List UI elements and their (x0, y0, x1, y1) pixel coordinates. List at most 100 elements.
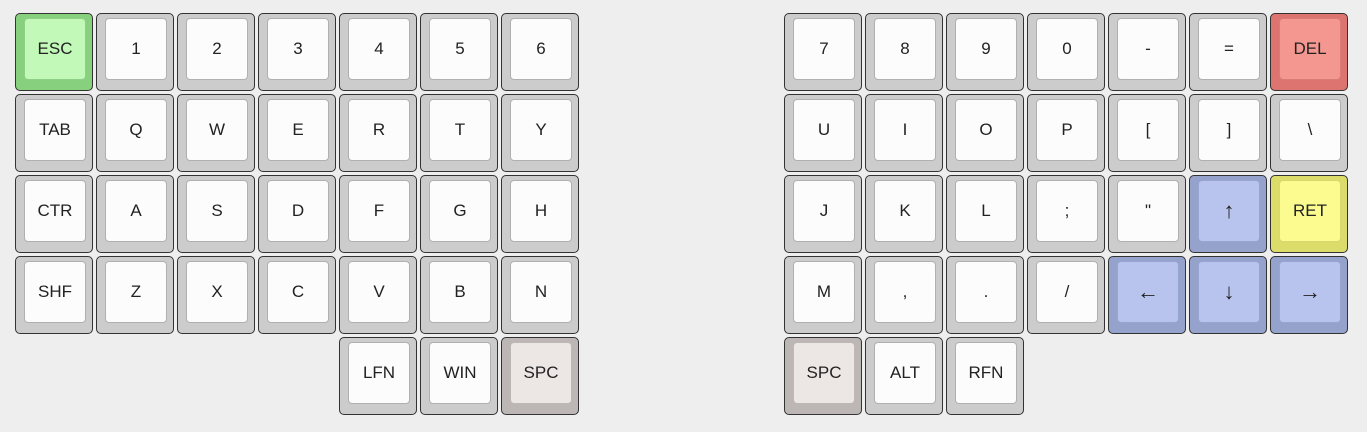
key-label: . (955, 261, 1017, 323)
key-label: ] (1198, 99, 1260, 161)
key-t[interactable]: T (420, 94, 498, 172)
key-7[interactable]: 7 (784, 13, 862, 91)
key-y[interactable]: Y (501, 94, 579, 172)
key-label: LFN (348, 342, 410, 404)
key-label: RFN (955, 342, 1017, 404)
key-left-fn[interactable]: LFN (339, 337, 417, 415)
key-label: = (1198, 18, 1260, 80)
key-alt[interactable]: ALT (865, 337, 943, 415)
key-v[interactable]: V (339, 256, 417, 334)
key-0[interactable]: 0 (1027, 13, 1105, 91)
key-f[interactable]: F (339, 175, 417, 253)
key-space-right[interactable]: SPC (784, 337, 862, 415)
key-left-bracket[interactable]: [ (1108, 94, 1186, 172)
key-w[interactable]: W (177, 94, 255, 172)
key-2[interactable]: 2 (177, 13, 255, 91)
key-shift[interactable]: SHF (15, 256, 93, 334)
key-label: V (348, 261, 410, 323)
key-esc[interactable]: ESC (15, 13, 93, 91)
key-label: CTR (24, 180, 86, 242)
key-label: 0 (1036, 18, 1098, 80)
key-label: \ (1279, 99, 1341, 161)
key-5[interactable]: 5 (420, 13, 498, 91)
key-l[interactable]: L (946, 175, 1024, 253)
key-label: 8 (874, 18, 936, 80)
key-label: W (186, 99, 248, 161)
key-label: S (186, 180, 248, 242)
key-period[interactable]: . (946, 256, 1024, 334)
key-ctrl[interactable]: CTR (15, 175, 93, 253)
key-8[interactable]: 8 (865, 13, 943, 91)
key-label: Q (105, 99, 167, 161)
key-r[interactable]: R (339, 94, 417, 172)
key-label: ; (1036, 180, 1098, 242)
key-q[interactable]: Q (96, 94, 174, 172)
key-label: [ (1117, 99, 1179, 161)
key-backslash[interactable]: \ (1270, 94, 1348, 172)
key-n[interactable]: N (501, 256, 579, 334)
key-label: K (874, 180, 936, 242)
key-1[interactable]: 1 (96, 13, 174, 91)
key-c[interactable]: C (258, 256, 336, 334)
key-label: 9 (955, 18, 1017, 80)
key-label: 1 (105, 18, 167, 80)
key-p[interactable]: P (1027, 94, 1105, 172)
key-arrow-right[interactable]: → (1270, 256, 1348, 334)
key-k[interactable]: K (865, 175, 943, 253)
key-label: , (874, 261, 936, 323)
key-m[interactable]: M (784, 256, 862, 334)
key-label: G (429, 180, 491, 242)
key-9[interactable]: 9 (946, 13, 1024, 91)
key-delete[interactable]: DEL (1270, 13, 1348, 91)
key-d[interactable]: D (258, 175, 336, 253)
key-label: ESC (24, 18, 86, 80)
key-label: P (1036, 99, 1098, 161)
key-space-left[interactable]: SPC (501, 337, 579, 415)
key-tab[interactable]: TAB (15, 94, 93, 172)
key-right-fn[interactable]: RFN (946, 337, 1024, 415)
key-u[interactable]: U (784, 94, 862, 172)
key-equals[interactable]: = (1189, 13, 1267, 91)
key-j[interactable]: J (784, 175, 862, 253)
key-h[interactable]: H (501, 175, 579, 253)
key-s[interactable]: S (177, 175, 255, 253)
key-4[interactable]: 4 (339, 13, 417, 91)
key-label: E (267, 99, 329, 161)
key-i[interactable]: I (865, 94, 943, 172)
key-label: U (793, 99, 855, 161)
key-label: I (874, 99, 936, 161)
key-z[interactable]: Z (96, 256, 174, 334)
key-right-bracket[interactable]: ] (1189, 94, 1267, 172)
arrow-left-icon: ← (1117, 261, 1179, 323)
arrow-down-icon: ↓ (1198, 261, 1260, 323)
key-arrow-left[interactable]: ← (1108, 256, 1186, 334)
key-label: RET (1279, 180, 1341, 242)
key-label: F (348, 180, 410, 242)
key-x[interactable]: X (177, 256, 255, 334)
key-quote[interactable]: " (1108, 175, 1186, 253)
key-slash[interactable]: / (1027, 256, 1105, 334)
key-label: / (1036, 261, 1098, 323)
key-b[interactable]: B (420, 256, 498, 334)
key-6[interactable]: 6 (501, 13, 579, 91)
key-g[interactable]: G (420, 175, 498, 253)
key-e[interactable]: E (258, 94, 336, 172)
key-3[interactable]: 3 (258, 13, 336, 91)
key-a[interactable]: A (96, 175, 174, 253)
key-arrow-down[interactable]: ↓ (1189, 256, 1267, 334)
key-comma[interactable]: , (865, 256, 943, 334)
key-minus[interactable]: - (1108, 13, 1186, 91)
key-o[interactable]: O (946, 94, 1024, 172)
key-label: SPC (793, 342, 855, 404)
key-semicolon[interactable]: ; (1027, 175, 1105, 253)
key-win[interactable]: WIN (420, 337, 498, 415)
key-label: B (429, 261, 491, 323)
key-label: R (348, 99, 410, 161)
key-return[interactable]: RET (1270, 175, 1348, 253)
key-arrow-up[interactable]: ↑ (1189, 175, 1267, 253)
key-label: H (510, 180, 572, 242)
key-label: ALT (874, 342, 936, 404)
key-label: - (1117, 18, 1179, 80)
arrow-up-icon: ↑ (1198, 180, 1260, 242)
key-label: D (267, 180, 329, 242)
